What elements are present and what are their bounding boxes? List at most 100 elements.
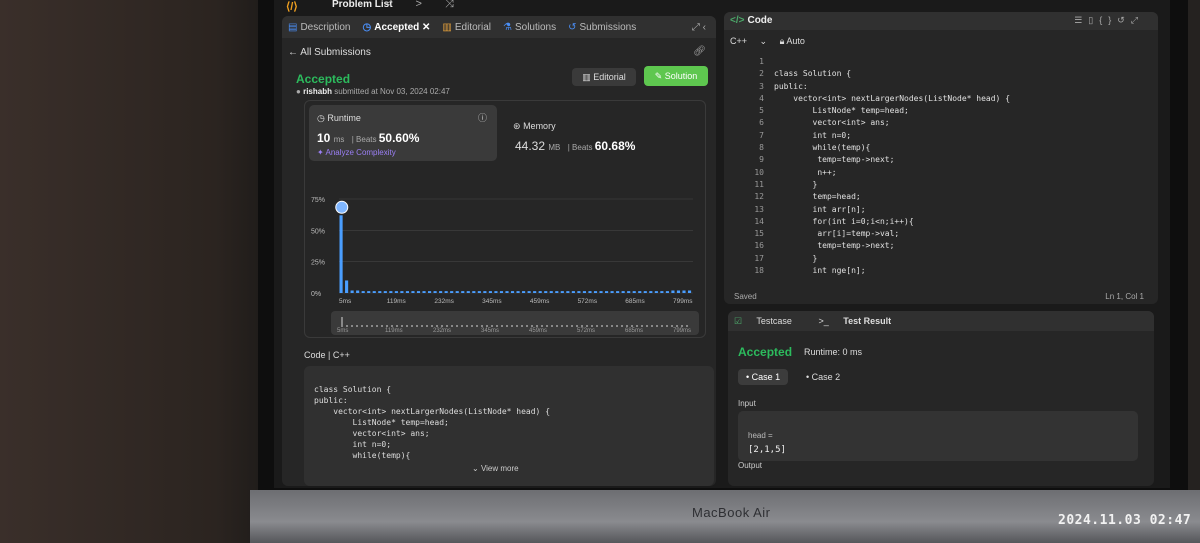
tab-submissions[interactable]: ↺ Submissions: [568, 22, 636, 33]
photo-timestamp: 2024.11.03 02:47: [1058, 513, 1192, 528]
chart-bar: [483, 291, 487, 293]
chart-bar: [510, 291, 515, 293]
x-tick-label: 5ms: [339, 298, 352, 305]
y-tick-label: 0%: [311, 291, 321, 298]
screen: ⟨/⟩ Problem List < > ⤨ ▤ Description ◷ Acc…: [274, 0, 1170, 488]
output-label: Output: [738, 461, 763, 470]
chart-bar: [632, 291, 636, 293]
solution-button[interactable]: ✎ Solution: [644, 66, 708, 86]
editorial-button[interactable]: ▥ Editorial: [572, 68, 636, 86]
username[interactable]: rishabh: [303, 87, 332, 96]
chart-bar: [593, 291, 598, 293]
y-tick-label: 75%: [311, 197, 325, 204]
mini-bar: [456, 325, 458, 327]
mini-bar: [586, 325, 588, 327]
mini-bar: [511, 325, 513, 327]
input-label: Input: [738, 399, 756, 408]
auto-mode[interactable]: 🔒︎ Auto: [780, 36, 815, 46]
slider-tick-label: 459ms: [529, 328, 547, 334]
clock-icon: ◷: [317, 113, 325, 123]
mini-bar: [686, 325, 688, 327]
mini-bar: [411, 325, 413, 327]
chart-bar: [533, 291, 537, 293]
mini-bar: [501, 325, 503, 327]
mini-bar: [436, 325, 438, 327]
mini-bar: [561, 325, 563, 327]
chart-bar: [577, 291, 581, 293]
tab-solutions[interactable]: ⚗ Solutions: [503, 22, 556, 33]
chart-bar: [616, 291, 620, 293]
chart-bar: [560, 291, 564, 293]
mini-bar: [431, 325, 433, 327]
memory-value: 44.32 MB | Beats 60.68%: [515, 139, 636, 153]
editor-toolbar-icons[interactable]: ☰▯{}↺⤢: [1074, 15, 1144, 26]
chart-bar: [555, 291, 559, 293]
mini-bar: [531, 325, 533, 327]
tab-testcase[interactable]: ☑ Testcase: [734, 316, 804, 326]
mini-bar: [581, 325, 583, 327]
logo-icon[interactable]: ⟨/⟩: [286, 0, 298, 13]
submission-panel: ▤ Description ◷ Accepted ✕ ▥ Editorial ⚗ Sol…: [282, 16, 716, 486]
back-link[interactable]: ← All Submissions: [288, 47, 371, 58]
chart-bar: [422, 291, 426, 293]
chart-bar: [494, 291, 498, 293]
panel-controls-icon[interactable]: ⤢ ‹: [692, 22, 706, 33]
chart-bar: [527, 291, 531, 293]
chart-bar: [671, 290, 675, 293]
chart-bar: [433, 291, 437, 293]
cursor-position: Ln 1, Col 1: [1105, 292, 1144, 301]
chart-bar: [455, 291, 459, 293]
chart-bar: [339, 215, 343, 293]
case-2-button[interactable]: • Case 2: [798, 369, 848, 385]
case-1-button[interactable]: • Case 1: [738, 369, 789, 385]
x-tick-label: 685ms: [625, 298, 645, 305]
mini-bar: [341, 317, 343, 327]
chart-bar: [588, 291, 592, 293]
tab-editorial[interactable]: ▥ Editorial: [442, 22, 491, 33]
chart-bar: [472, 291, 476, 293]
device-label: MacBook Air: [692, 505, 771, 520]
test-runtime: Runtime: 0 ms: [804, 347, 863, 357]
runtime-card[interactable]: ◷ Runtime ⓘ 10 ms | Beats 50.60% ✦ Analy…: [309, 105, 497, 161]
chart-bar: [461, 291, 465, 293]
testcase-tabs: ☑ Testcase >_ Test Result: [728, 311, 1154, 331]
view-more-button[interactable]: ⌄ View more: [472, 464, 519, 473]
chart-bar: [405, 291, 410, 293]
tab-accepted[interactable]: ◷ Accepted ✕: [362, 22, 430, 33]
mini-bar: [556, 325, 558, 327]
input-var: head =: [748, 431, 773, 440]
link-icon[interactable]: 🔗︎: [693, 46, 706, 57]
slider-tick-label: 572ms: [577, 328, 595, 334]
mini-bar: [406, 325, 408, 327]
mini-bar: [566, 325, 568, 327]
language-select[interactable]: C++ ⌄: [730, 36, 767, 46]
mini-bar: [576, 325, 578, 327]
problem-list-link[interactable]: Problem List: [332, 0, 393, 10]
chart-bar: [428, 291, 432, 293]
editor-code[interactable]: class Solution { public: vector<int> nex…: [774, 56, 1010, 277]
x-tick-label: 459ms: [530, 298, 550, 305]
mini-bar: [351, 325, 353, 327]
avatar-marker: [335, 200, 349, 214]
info-icon[interactable]: ⓘ: [478, 111, 487, 124]
memory-title[interactable]: ⊛ Memory: [513, 121, 556, 132]
mini-bar: [491, 325, 493, 327]
left-tabs: ▤ Description ◷ Accepted ✕ ▥ Editorial ⚗ Sol…: [282, 16, 716, 38]
tab-description[interactable]: ▤ Description: [288, 22, 350, 33]
chart-bar: [488, 291, 492, 293]
chart-bar: [477, 291, 481, 293]
mini-bar: [546, 325, 548, 327]
mini-bar: [361, 325, 363, 327]
chart-bar: [643, 291, 647, 293]
chart-bar: [571, 291, 575, 293]
runtime-value: 10 ms | Beats 50.60%: [317, 131, 420, 145]
mini-bar: [616, 325, 618, 327]
mini-bar: [676, 325, 678, 327]
analyze-complexity-link[interactable]: ✦ Analyze Complexity: [317, 148, 396, 157]
nav-arrows[interactable]: < > ⤨: [386, 0, 464, 11]
tab-test-result[interactable]: >_ Test Result: [818, 316, 891, 326]
mini-bar: [551, 325, 553, 327]
line-numbers: 1 2 3 4 5 6 7 8 9 10 11 12 13 14 15 16 1…: [754, 57, 764, 276]
runtime-distribution-chart[interactable]: 75% 50% 25% 0% 5ms 119ms 232ms 345ms 459ms 572ms 6…: [305, 189, 705, 337]
mini-bar: [631, 325, 633, 327]
